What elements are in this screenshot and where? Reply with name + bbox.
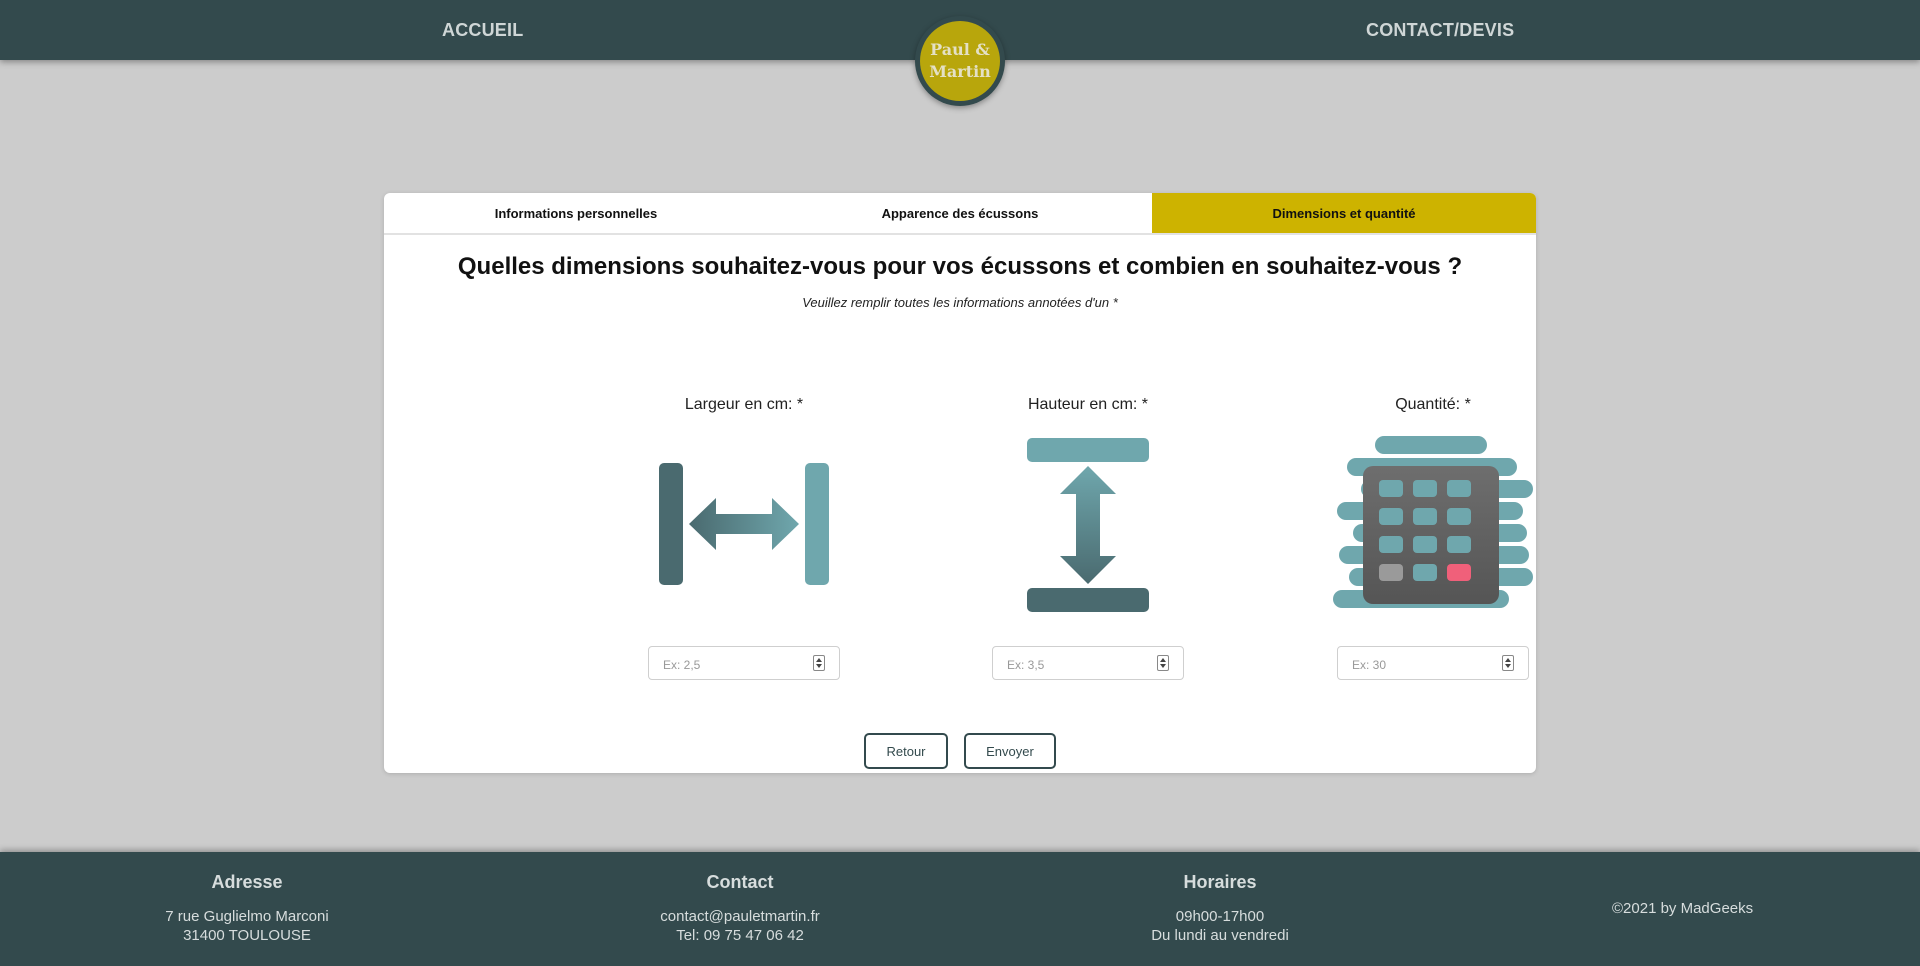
footer-address-line1: 7 rue Guglielmo Marconi bbox=[165, 908, 329, 925]
footer-hours-title: Horaires bbox=[1183, 872, 1257, 892]
quantity-input-wrapper bbox=[1337, 646, 1529, 680]
width-input[interactable] bbox=[661, 655, 805, 675]
logo-badge: Paul & Martin bbox=[920, 21, 1000, 101]
quantity-label: Quantité: * bbox=[1395, 396, 1471, 413]
tab-dimensions[interactable]: Dimensions et quantité bbox=[1152, 193, 1536, 233]
footer-hours-days: Du lundi au vendredi bbox=[1151, 927, 1289, 944]
height-input[interactable] bbox=[1005, 655, 1149, 675]
height-stepper[interactable] bbox=[1157, 655, 1169, 671]
stepper-down-icon[interactable] bbox=[816, 664, 822, 668]
stepper-down-icon[interactable] bbox=[1160, 664, 1166, 668]
footer-contact-email[interactable]: contact@pauletmartin.fr bbox=[590, 907, 890, 926]
tab-personal-info[interactable]: Informations personnelles bbox=[384, 193, 768, 233]
width-stepper[interactable] bbox=[813, 655, 825, 671]
send-button[interactable]: Envoyer bbox=[964, 733, 1056, 769]
form-card: Informations personnelles Apparence des … bbox=[384, 193, 1536, 773]
step-tabs: Informations personnelles Apparence des … bbox=[384, 193, 1536, 235]
height-label: Hauteur en cm: * bbox=[1027, 396, 1149, 413]
required-hint: Veuillez remplir toutes les informations… bbox=[802, 295, 1118, 310]
footer-address: Adresse 7 rue Guglielmo Marconi 31400 TO… bbox=[97, 872, 397, 945]
calculator-icon bbox=[1333, 436, 1533, 608]
footer-contact: Contact contact@pauletmartin.fr Tel: 09 … bbox=[590, 872, 890, 945]
height-input-wrapper bbox=[992, 646, 1184, 680]
brand-logo[interactable]: Paul & Martin bbox=[915, 16, 1005, 106]
quantity-field-group: Quantité: * bbox=[1303, 396, 1536, 680]
copyright-text: ©2021 by MadGeeks bbox=[1612, 900, 1754, 917]
width-field-group: Largeur en cm: * bbox=[614, 396, 874, 680]
width-label: Largeur en cm: * bbox=[684, 396, 804, 413]
footer-address-line2: 31400 TOULOUSE bbox=[183, 927, 311, 944]
nav-home-link[interactable]: ACCUEIL bbox=[442, 0, 523, 60]
quantity-input[interactable] bbox=[1350, 655, 1494, 675]
width-arrows-icon bbox=[659, 463, 829, 585]
footer-contact-title: Contact bbox=[706, 872, 774, 892]
stepper-down-icon[interactable] bbox=[1505, 664, 1511, 668]
footer-contact-phone: Tel: 09 75 47 06 42 bbox=[676, 927, 804, 944]
quantity-stepper[interactable] bbox=[1502, 655, 1514, 671]
logo-text-line2: Martin bbox=[929, 62, 991, 81]
form-question: Quelles dimensions souhaitez-vous pour v… bbox=[457, 253, 1463, 280]
logo-text-line1: Paul & bbox=[930, 40, 990, 59]
tab-appearance[interactable]: Apparence des écussons bbox=[768, 193, 1152, 233]
stepper-up-icon[interactable] bbox=[1160, 658, 1166, 662]
height-field-group: Hauteur en cm: * bbox=[958, 396, 1218, 680]
stepper-up-icon[interactable] bbox=[816, 658, 822, 662]
footer-hours: Horaires 09h00-17h00 Du lundi au vendred… bbox=[1070, 872, 1370, 945]
page-footer: Adresse 7 rue Guglielmo Marconi 31400 TO… bbox=[0, 852, 1920, 966]
footer-address-title: Adresse bbox=[211, 872, 283, 892]
back-button[interactable]: Retour bbox=[864, 733, 948, 769]
stepper-up-icon[interactable] bbox=[1505, 658, 1511, 662]
nav-contact-link[interactable]: CONTACT/DEVIS bbox=[1366, 0, 1514, 60]
footer-hours-time: 09h00-17h00 bbox=[1175, 908, 1265, 925]
height-arrows-icon bbox=[1027, 438, 1149, 612]
width-input-wrapper bbox=[648, 646, 840, 680]
